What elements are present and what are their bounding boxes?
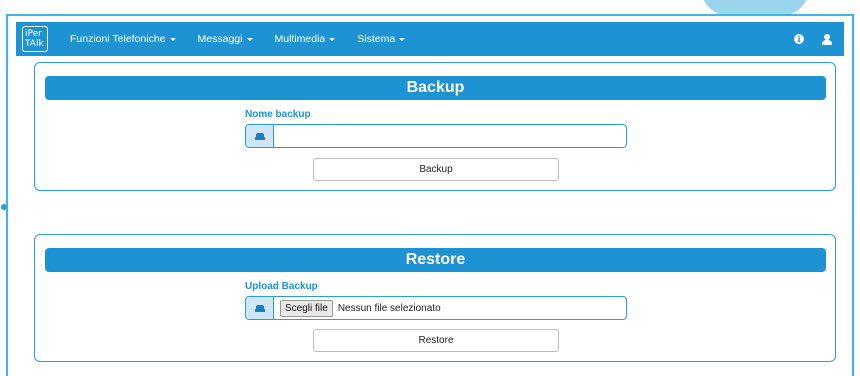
nav-menu-label: Sistema	[357, 33, 396, 45]
nav-menu-sistema[interactable]: Sistema	[357, 33, 406, 45]
nav-menu-label: Funzioni Telefoniche	[70, 33, 166, 45]
upload-backup-input-group: Scegli file Nessun file selezionato	[245, 296, 627, 320]
hdd-icon	[254, 304, 265, 312]
choose-file-button[interactable]: Scegli file	[280, 299, 333, 317]
app-frame: iPer TAlk Funzioni Telefoniche Messaggi …	[0, 0, 860, 376]
frame-border-left	[6, 14, 8, 376]
restore-input-addon	[246, 297, 274, 319]
caret-down-icon	[399, 37, 406, 41]
caret-down-icon	[329, 37, 336, 41]
backup-panel-title: Backup	[45, 76, 826, 100]
restore-panel: Restore Upload Backup Scegli file Nessun…	[34, 234, 836, 362]
caret-down-icon	[246, 37, 253, 41]
hdd-icon	[254, 132, 265, 140]
backup-button[interactable]: Backup	[313, 158, 559, 181]
top-navbar: iPer TAlk Funzioni Telefoniche Messaggi …	[16, 22, 844, 56]
app-logo[interactable]: iPer TAlk	[22, 26, 48, 52]
upload-backup-label: Upload Backup	[245, 281, 318, 292]
backup-name-input[interactable]	[274, 125, 626, 147]
file-status-text: Nessun file selezionato	[337, 302, 441, 314]
frame-decoration-dot	[1, 204, 7, 210]
nav-menu-multimedia[interactable]: Multimedia	[275, 33, 336, 45]
backup-input-addon	[246, 125, 274, 147]
backup-name-label: Nome backup	[245, 109, 311, 120]
logo-line-1: iPer	[25, 29, 42, 39]
user-icon[interactable]	[822, 33, 832, 45]
nav-menu-messaggi[interactable]: Messaggi	[198, 33, 253, 45]
restore-panel-title: Restore	[45, 248, 826, 272]
nav-menu-label: Multimedia	[274, 33, 326, 45]
nav-menu-label: Messaggi	[197, 33, 243, 45]
nav-menu-funzioni-telefoniche[interactable]: Funzioni Telefoniche	[70, 33, 176, 45]
backup-name-input-group	[245, 124, 627, 148]
caret-down-icon	[169, 37, 176, 41]
navbar-right: i	[794, 33, 832, 45]
restore-button[interactable]: Restore	[313, 329, 559, 352]
info-icon[interactable]: i	[794, 34, 804, 44]
file-input[interactable]: Scegli file Nessun file selezionato	[274, 297, 626, 319]
frame-border-top	[6, 14, 854, 16]
frame-border-right	[852, 14, 854, 376]
logo-line-2: TAlk	[25, 39, 44, 49]
backup-panel: Backup Nome backup Backup	[34, 62, 836, 191]
